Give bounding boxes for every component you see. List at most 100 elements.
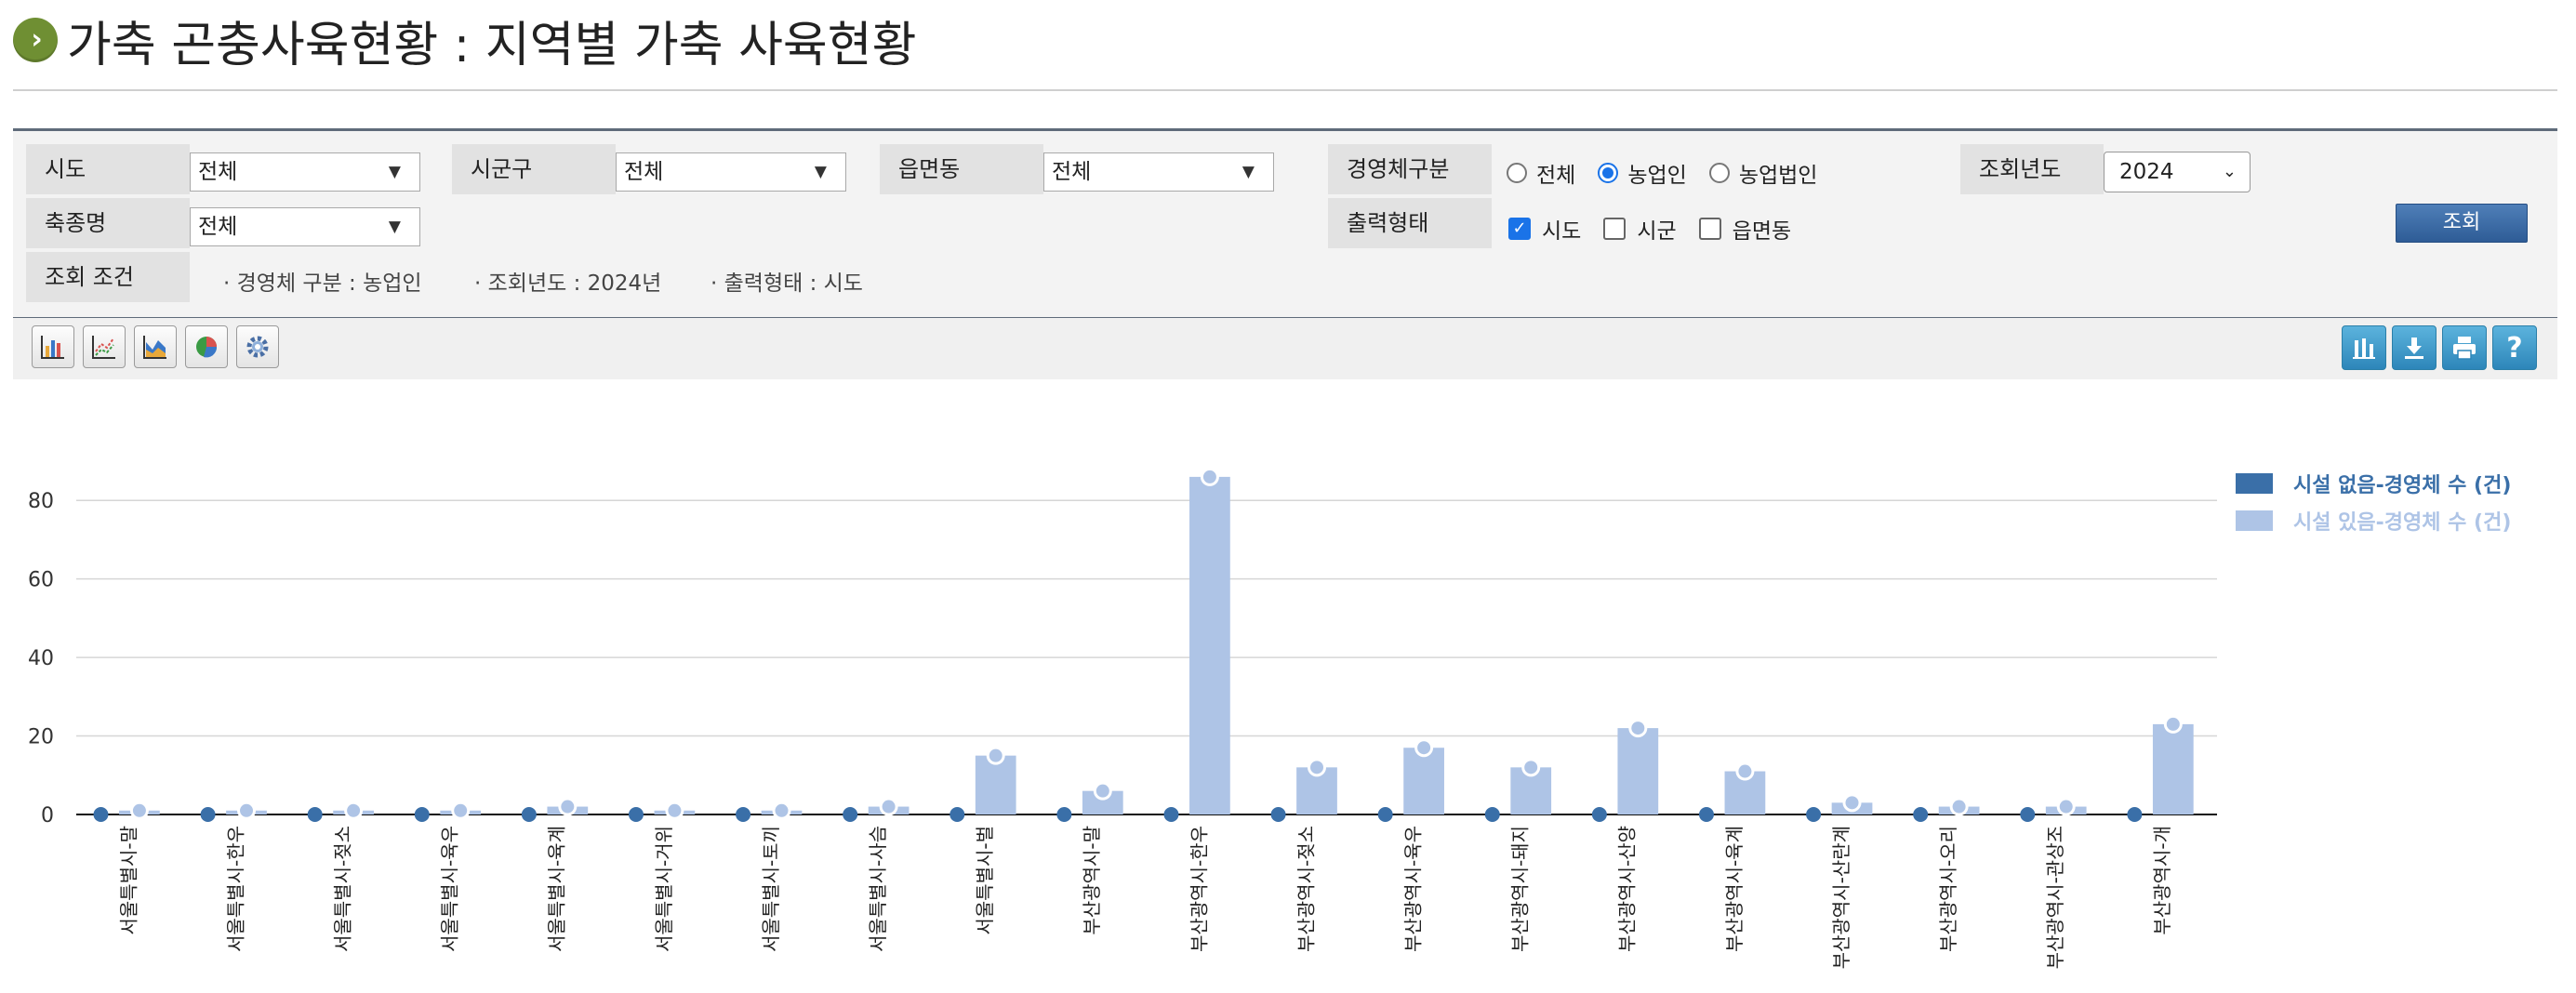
eupmyeondong-label: 읍면동 (880, 144, 1043, 194)
entity-type-option-farmer[interactable]: 농업인 (1598, 157, 1687, 189)
x-tick-label: 서울특별시-젖소 (332, 826, 354, 952)
checkbox-checked[interactable]: ✓ (1508, 218, 1531, 240)
series2-point (775, 803, 789, 817)
x-tick-label: 서울특별시-사슴 (867, 826, 889, 952)
radio-button[interactable] (1708, 163, 1730, 183)
output-type-label: 출력형태 (1328, 198, 1492, 248)
condition-entity-type: · 경영체 구분 : 농업인 (223, 271, 422, 296)
series2-bar (1403, 748, 1444, 814)
series2-bar (1617, 728, 1659, 814)
y-tick-label: 80 (28, 490, 54, 513)
chart-legend: 시설 없음-경영체 수 (건) 시설 있음-경영체 수 (건) (2236, 465, 2511, 539)
series2-point (1631, 722, 1645, 735)
radio-button[interactable] (1507, 163, 1527, 183)
pie-chart-icon[interactable] (185, 325, 228, 368)
entity-type-option-all[interactable]: 전체 (1507, 157, 1575, 189)
series2-point (454, 803, 468, 817)
livestock-label: 축종명 (26, 198, 190, 248)
series2-point (668, 803, 682, 817)
area-chart-icon[interactable] (134, 325, 177, 368)
series2-point (240, 803, 254, 817)
series2-bar (1189, 476, 1230, 814)
legend-item-series-2[interactable]: 시설 있음-경영체 수 (건) (2236, 502, 2511, 539)
sido-select[interactable]: 전체 ▼ (190, 152, 420, 192)
search-panel: 시도 전체 ▼ 시군구 전체 ▼ 읍면동 전체 ▼ 경영체구분 전체 농업인 농… (13, 128, 2557, 320)
series2-point (1738, 764, 1752, 778)
series2-point (561, 800, 575, 814)
x-tick-label: 부산광역시-육계 (1723, 826, 1746, 952)
help-icon[interactable]: ? (2492, 325, 2537, 370)
x-tick-label: 부산광역시-산란계 (1830, 826, 1852, 969)
series1-point (949, 807, 965, 822)
series2-point (347, 803, 361, 817)
x-tick-label: 서울특별시-벌 (974, 826, 996, 935)
series2-point (2166, 717, 2180, 731)
livestock-select-value: 전체 (198, 215, 238, 239)
output-option-sido[interactable]: ✓ 시도 (1508, 213, 1581, 245)
sigungu-label: 시군구 (452, 144, 616, 194)
sido-select-value: 전체 (198, 160, 238, 184)
series1-point (414, 807, 430, 822)
print-icon[interactable] (2442, 325, 2487, 370)
bar-chart: 0 20 40 60 80 서울특별시-말 서울특별시-한우 서울특별시-젖소 서울특별시-육우… (28, 467, 2217, 969)
year-select[interactable]: 2024 ⌄ (2104, 152, 2251, 192)
legend-swatch (2236, 473, 2273, 494)
series2-point (132, 803, 146, 817)
series1-point (1270, 807, 1286, 822)
x-tick-label: 부산광역시-젖소 (1295, 826, 1317, 952)
x-tick-label: 부산광역시-육우 (1402, 826, 1425, 952)
settings-gear-icon[interactable] (236, 325, 279, 368)
series1-point (843, 807, 858, 822)
legend-label: 시설 없음-경영체 수 (건) (2293, 474, 2512, 497)
output-option-eupmyeondong[interactable]: 읍면동 (1698, 213, 1791, 245)
year-label: 조회년도 (1960, 144, 2104, 194)
entity-type-option-corporation[interactable]: 농업법인 (1708, 157, 1817, 189)
output-type-checkbox-group: ✓ 시도 시군 읍면동 (1508, 213, 1813, 245)
year-select-value: 2024 (2119, 160, 2174, 184)
series1-point (628, 807, 644, 822)
livestock-select[interactable]: 전체 ▼ (190, 207, 420, 246)
dropdown-arrow-icon: ▼ (1242, 163, 1255, 181)
entity-type-option-label: 농업인 (1627, 164, 1687, 188)
x-tick-label: 부산광역시-개 (2151, 826, 2173, 935)
condition-output-type: · 출력형태 : 시도 (710, 271, 863, 296)
series2-point (1845, 796, 1859, 810)
output-option-label: 시도 (1542, 219, 1582, 244)
checkbox[interactable] (1698, 218, 1721, 240)
x-tick-label: 부산광역시-산양 (1616, 826, 1639, 952)
series2-point (1202, 470, 1216, 483)
series2-point (1095, 784, 1109, 798)
query-button[interactable]: 조회 (2396, 204, 2528, 243)
series2-point (1524, 761, 1538, 775)
y-tick-label: 60 (28, 569, 54, 592)
chart-toolbar: ? (13, 318, 2557, 379)
eupmyeondong-select[interactable]: 전체 ▼ (1043, 152, 1274, 192)
radio-button-selected[interactable] (1598, 163, 1619, 183)
output-option-label: 시군 (1637, 219, 1677, 244)
series2-bar (2152, 723, 2194, 814)
output-option-sigun[interactable]: 시군 (1603, 213, 1677, 245)
y-tick-label: 20 (28, 726, 54, 749)
sigungu-select[interactable]: 전체 ▼ (616, 152, 846, 192)
download-icon[interactable] (2392, 325, 2437, 370)
chevron-right-icon: › (13, 18, 58, 62)
series1-point (200, 807, 216, 822)
condition-label: 조회 조건 (26, 252, 190, 302)
series2-point (882, 800, 896, 814)
x-tick-label: 서울특별시-토끼 (760, 826, 782, 952)
page-title: 가축 곤충사육현황 : 지역별 가축 사육현황 (67, 17, 917, 73)
chevron-down-icon: ⌄ (2222, 162, 2237, 181)
legend-item-series-1[interactable]: 시설 없음-경영체 수 (건) (2236, 465, 2511, 502)
bar-chart-icon[interactable] (32, 325, 74, 368)
series1-point (307, 807, 323, 822)
series1-point (1591, 807, 1607, 822)
series1-point (1484, 807, 1500, 822)
series1-point (93, 807, 109, 822)
page-header: › 가축 곤충사육현황 : 지역별 가축 사육현황 (13, 7, 916, 73)
x-tick-label: 서울특별시-말 (117, 826, 139, 935)
column-view-icon[interactable] (2342, 325, 2386, 370)
line-chart-icon[interactable] (83, 325, 126, 368)
checkbox[interactable] (1603, 218, 1627, 240)
x-tick-label: 부산광역시-한우 (1188, 826, 1210, 952)
sigungu-select-value: 전체 (624, 160, 664, 184)
